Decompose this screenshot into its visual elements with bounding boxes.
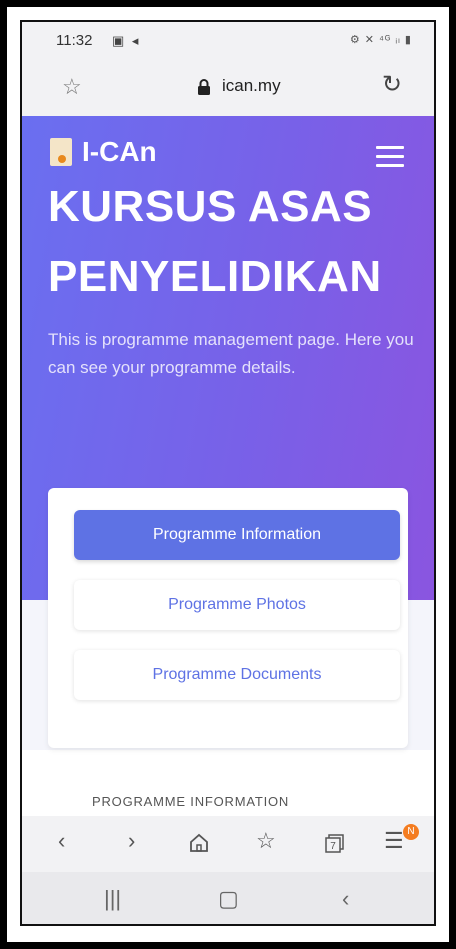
menu-icon[interactable]: ☰	[384, 828, 404, 854]
programme-photos-button[interactable]: Programme Photos	[74, 580, 400, 630]
url-text[interactable]: ican.my	[222, 76, 281, 96]
phone-screen: 11:32 ▣ ◂ ⚙ ✕ ⁴ᴳ ᵢₗ ▮ ☆ ican.my ↻ I-CAn …	[20, 20, 436, 926]
svg-text:7: 7	[330, 841, 336, 852]
brand[interactable]: I-CAn	[50, 136, 157, 168]
back-icon[interactable]: ‹	[58, 828, 65, 854]
home-icon[interactable]	[188, 832, 210, 854]
status-left-icons: ▣ ◂	[112, 33, 141, 48]
certificate-logo-icon	[50, 138, 72, 166]
tabs-icon[interactable]: 7	[324, 832, 346, 854]
brand-name: I-CAn	[82, 136, 157, 167]
notification-badge: N	[403, 824, 419, 840]
status-time: 11:32	[56, 32, 93, 49]
back-nav-icon[interactable]: ‹	[342, 886, 349, 912]
bookmark-star-icon[interactable]: ☆	[62, 74, 82, 100]
recents-icon[interactable]: |||	[104, 886, 121, 912]
forward-icon[interactable]: ›	[128, 828, 135, 854]
programme-menu-card: Programme Information Programme Photos P…	[48, 488, 408, 748]
section-heading: PROGRAMME INFORMATION	[92, 794, 290, 809]
browser-url-bar: ☆ ican.my ↻	[22, 58, 434, 116]
reload-icon[interactable]: ↻	[382, 70, 402, 99]
page-title: KURSUS ASAS PENYELIDIKAN	[48, 182, 382, 301]
hamburger-menu-icon[interactable]	[376, 146, 404, 173]
bookmarks-icon[interactable]: ☆	[256, 828, 276, 854]
system-navigation-bar: ||| ▢ ‹	[22, 872, 434, 924]
programme-documents-button[interactable]: Programme Documents	[74, 650, 400, 700]
status-right-icons: ⚙ ✕ ⁴ᴳ ᵢₗ ▮	[349, 34, 412, 46]
lock-icon	[198, 79, 210, 95]
home-button-icon[interactable]: ▢	[218, 886, 239, 912]
status-bar: 11:32 ▣ ◂ ⚙ ✕ ⁴ᴳ ᵢₗ ▮	[22, 22, 434, 58]
programme-information-button[interactable]: Programme Information	[74, 510, 400, 560]
page-description: This is programme management page. Here …	[48, 330, 414, 377]
browser-toolbar: ‹ › ☆ 7 ☰ N	[22, 816, 434, 872]
